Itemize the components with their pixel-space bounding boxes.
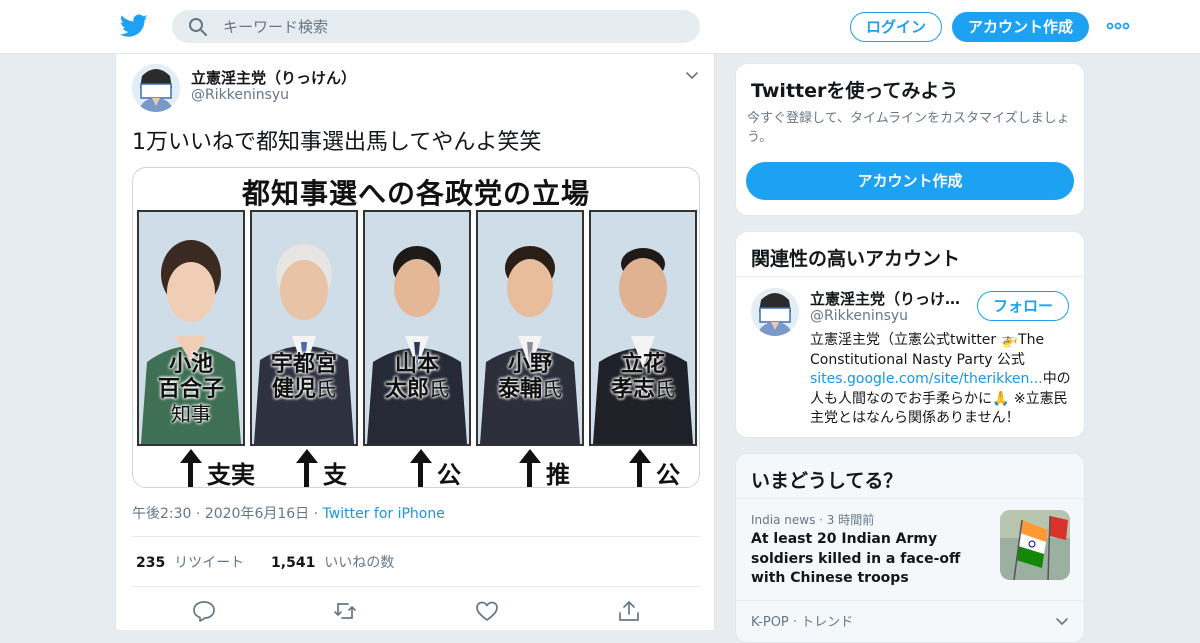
divider xyxy=(736,276,1084,277)
tweet-stats: 235 リツイート 1,541 いいねの数 xyxy=(136,552,394,572)
flags-image xyxy=(1000,510,1070,580)
search-placeholder: キーワード検索 xyxy=(223,18,329,36)
reply-icon[interactable] xyxy=(192,600,216,622)
candidate-photo xyxy=(252,212,356,444)
tweet-image[interactable]: 都知事選への各政党の立場 小池 百合子 知事 宇都宮 健児氏 山本 太郎氏 小野… xyxy=(132,167,700,488)
signup-button[interactable]: アカウント作成 xyxy=(952,12,1089,42)
divider xyxy=(132,536,700,537)
candidate-panel: 小池 百合子 知事 xyxy=(137,210,245,446)
signup-card-title: Twitterを使ってみよう xyxy=(751,80,959,102)
candidate-name: 小池 百合子 知事 xyxy=(157,352,224,426)
signup-card: Twitterを使ってみよう 今すぐ登録して、タイムラインをカスタマイズしましょ… xyxy=(735,63,1085,216)
trend-category[interactable]: K-POP · トレンド xyxy=(751,611,853,630)
bio-link[interactable]: sites.google.com/site/therikken... xyxy=(810,371,1043,387)
login-button[interactable]: ログイン xyxy=(850,12,942,42)
trend-headline[interactable]: At least 20 Indian Army soldiers killed … xyxy=(751,530,981,589)
candidate-photo xyxy=(591,212,695,444)
related-account-bio: 立憲淫主党（立憲公式twitter 🚁The Constitutional Na… xyxy=(810,332,1071,426)
related-account-name[interactable]: 立憲淫主党（りっけん） xyxy=(810,288,970,309)
candidate-panel: 山本 太郎氏 xyxy=(363,210,471,446)
top-bar: キーワード検索 ログイン アカウント作成 xyxy=(0,0,1200,54)
signup-card-button[interactable]: アカウント作成 xyxy=(746,162,1074,200)
tweet-source[interactable]: Twitter for iPhone xyxy=(323,506,445,522)
candidate-name: 小野 泰輔氏 xyxy=(497,352,562,402)
avatar-illustration xyxy=(751,288,799,336)
related-accounts-card: 関連性の高いアカウント 立憲淫主党（りっけん） @Rikkeninsyu フォロ… xyxy=(735,231,1085,438)
like-stat[interactable]: 1,541 いいねの数 xyxy=(271,555,394,571)
signup-card-subtitle: 今すぐ登録して、タイムラインをカスタマイズしましょう。 xyxy=(747,111,1070,145)
author-handle[interactable]: @Rikkeninsyu xyxy=(191,87,289,103)
retweet-icon[interactable] xyxy=(333,600,357,622)
trends-card: いまどうしてる？ India news · 3 時間前 At least 20 … xyxy=(735,453,1085,643)
twitter-bird-icon[interactable] xyxy=(120,13,148,39)
tweet-card: 立憲淫主党（りっけん） @Rikkeninsyu 1万いいねで都知事選出馬してや… xyxy=(115,54,715,630)
trends-title: いまどうしてる？ xyxy=(751,470,903,492)
candidate-photo xyxy=(478,212,582,444)
chevron-down-icon[interactable] xyxy=(684,68,700,84)
search-input[interactable]: キーワード検索 xyxy=(172,10,700,43)
candidate-photo xyxy=(365,212,469,444)
image-title: 都知事選への各政党の立場 xyxy=(241,177,590,210)
divider xyxy=(736,600,1084,601)
share-icon[interactable] xyxy=(617,600,641,622)
trend-meta: India news · 3 時間前 xyxy=(751,513,875,527)
more-options-icon[interactable] xyxy=(1106,17,1130,35)
divider xyxy=(736,498,1084,499)
candidate-name: 山本 太郎氏 xyxy=(384,352,449,402)
candidate-name: 宇都宮 健児氏 xyxy=(270,352,337,402)
related-account-handle[interactable]: @Rikkeninsyu xyxy=(810,308,908,324)
search-icon xyxy=(189,18,207,36)
trend-thumbnail[interactable] xyxy=(1000,510,1070,580)
tweet-timestamp: 午後2:30 · 2020年6月16日 · Twitter for iPhone xyxy=(132,506,445,522)
tweet-time[interactable]: 午後2:30 xyxy=(132,506,191,522)
tweet-date[interactable]: 2020年6月16日 xyxy=(205,506,309,522)
tweet-text: 1万いいねで都知事選出馬してやんよ笑笑 xyxy=(132,130,542,155)
candidate-panel: 宇都宮 健児氏 xyxy=(250,210,358,446)
avatar-illustration xyxy=(132,64,180,112)
related-title: 関連性の高いアカウント xyxy=(751,248,961,270)
like-icon[interactable] xyxy=(475,600,499,622)
candidate-name: 立花 孝志氏 xyxy=(610,352,675,402)
author-name[interactable]: 立憲淫主党（りっけん） xyxy=(191,67,356,88)
retweet-stat[interactable]: 235 リツイート xyxy=(136,555,244,571)
candidate-panel: 小野 泰輔氏 xyxy=(476,210,584,446)
avatar[interactable] xyxy=(751,288,799,336)
follow-button[interactable]: フォロー xyxy=(977,291,1069,321)
divider xyxy=(132,586,700,587)
avatar[interactable] xyxy=(132,64,180,112)
candidate-panel: 立花 孝志氏 xyxy=(589,210,697,446)
chevron-down-icon[interactable] xyxy=(1054,614,1070,630)
